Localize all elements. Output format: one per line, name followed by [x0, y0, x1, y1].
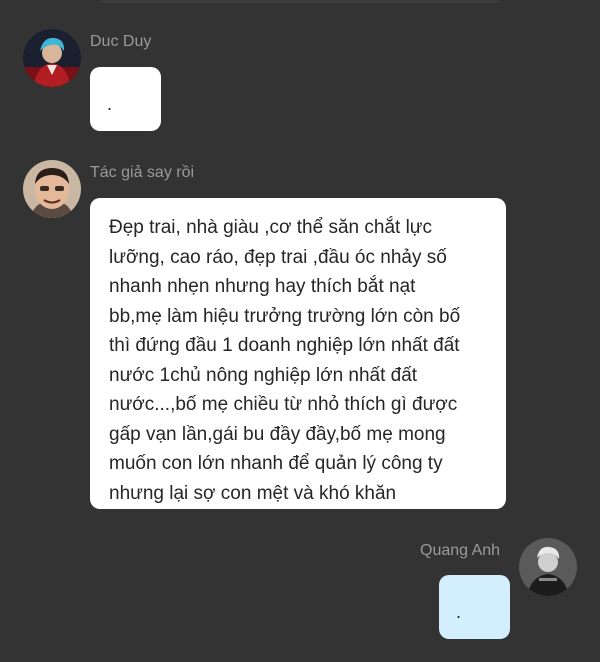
message-bubble[interactable]: . [439, 575, 510, 639]
avatar-duc-duy[interactable] [23, 29, 81, 87]
previous-message-edge [100, 0, 500, 3]
message-text: Đẹp trai, nhà giàu ,cơ thể săn chắt lực … [109, 217, 461, 504]
avatar-quang-anh[interactable] [519, 538, 577, 596]
sender-name: Duc Duy [90, 33, 152, 50]
message-text: . [107, 94, 113, 114]
sender-name: Quang Anh [420, 542, 501, 559]
sender-name: Tác giả say rồi [90, 164, 195, 181]
message-bubble[interactable]: . [90, 67, 161, 131]
message-text: . [456, 602, 462, 622]
message-bubble[interactable]: Đẹp trai, nhà giàu ,cơ thể săn chắt lực … [90, 198, 506, 509]
avatar-tac-gia[interactable] [23, 160, 81, 218]
